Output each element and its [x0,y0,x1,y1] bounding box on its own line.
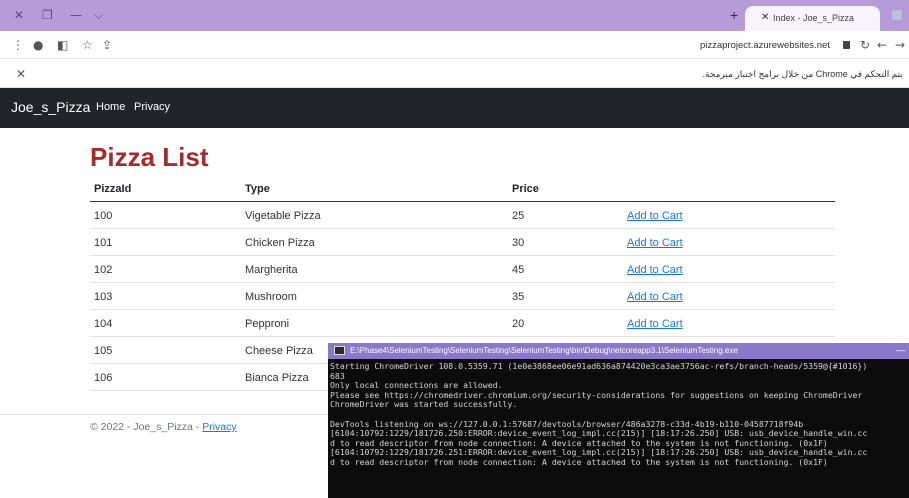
column-header-type: Type [245,183,270,195]
console-output: Starting ChromeDriver 108.0.5359.71 (1e0… [330,362,909,468]
table-row: 104 Pepproni 20 Add to Cart [90,310,835,337]
console-window[interactable]: E:\Phase4\SeleniumTesting\SeleniumTestin… [328,343,909,498]
pizza-type: Bianca Pizza [245,372,309,384]
screen: ✕ ❐ — ⌵ + ✕ Index - Joe_s_Pizza ⋮ ● ◧ ☆ … [0,0,909,498]
add-to-cart-link[interactable]: Add to Cart [627,264,683,276]
pizza-price: 45 [512,264,525,276]
console-line: d to read descriptor from node connectio… [330,457,828,467]
console-line: ChromeDriver was started successfully. [330,400,518,410]
console-line: DevTools listening on ws://127.0.0.1:576… [330,419,804,429]
close-window-icon[interactable]: ✕ [14,8,24,22]
pizza-price: 35 [512,291,525,303]
automation-infobar: ✕ يتم التحكم في Chrome من خلال برامج اخت… [0,60,909,88]
console-line: [6104:10792:1229/181726.250:ERROR:device… [330,429,868,439]
footer-privacy-link[interactable]: Privacy [202,421,236,433]
console-line: [6104:10792:1229/181726.251:ERROR:device… [330,448,868,458]
column-header-price: Price [512,183,539,195]
pizza-id: 101 [94,237,113,249]
lock-icon[interactable] [843,41,850,49]
pizza-id: 103 [94,291,113,303]
new-tab-icon[interactable]: + [730,8,738,22]
nav-privacy-link[interactable]: Privacy [134,101,170,113]
add-to-cart-link[interactable]: Add to Cart [627,291,683,303]
pizza-id: 105 [94,345,113,357]
sidebar-icon[interactable]: ◧ [57,38,68,52]
pizza-id: 104 [94,318,113,330]
console-line: 683 [330,371,345,381]
page-footer: © 2022 - Joe_s_Pizza - Privacy [90,421,237,433]
console-line: Starting ChromeDriver 108.0.5359.71 (1e0… [330,362,868,371]
add-to-cart-link[interactable]: Add to Cart [627,210,683,222]
table-row: 103 Mushroom 35 Add to Cart [90,283,835,310]
restore-window-icon[interactable]: ❐ [42,8,53,22]
pizza-id: 100 [94,210,113,222]
tab-search-icon[interactable]: ⌵ [94,8,103,22]
table-row: 101 Chicken Pizza 30 Add to Cart [90,229,835,256]
pizza-type: Vigetable Pizza [245,210,321,222]
pizza-type: Chicken Pizza [245,237,315,249]
forward-icon[interactable]: ← [877,38,887,52]
back-icon[interactable]: → [895,38,905,52]
bookmark-star-icon[interactable]: ☆ [82,38,93,52]
pizza-price: 20 [512,318,525,330]
pizza-type: Cheese Pizza [245,345,313,357]
table-row: 102 Margherita 45 Add to Cart [90,256,835,283]
tab-favicon-icon [892,10,902,20]
pizza-id: 102 [94,264,113,276]
minimize-console-icon[interactable]: — [896,345,905,355]
console-line: d to read descriptor from node connectio… [330,438,828,448]
menu-kebab-icon[interactable]: ⋮ [12,38,24,52]
pizza-type: Pepproni [245,318,290,330]
pizza-type: Mushroom [245,291,297,303]
add-to-cart-link[interactable]: Add to Cart [627,237,683,249]
profile-icon[interactable]: ● [33,38,43,52]
pizza-type: Margherita [245,264,298,276]
column-header-pizzaid: PizzaId [94,183,132,195]
add-to-cart-link[interactable]: Add to Cart [627,318,683,330]
browser-titlebar: ✕ ❐ — ⌵ + ✕ Index - Joe_s_Pizza [0,0,909,31]
pizza-id: 106 [94,372,113,384]
table-row: 100 Vigetable Pizza 25 Add to Cart [90,202,835,229]
automation-notice: يتم التحكم في Chrome من خلال برامج اختبا… [702,69,903,79]
pizza-price: 25 [512,210,525,222]
address-bar[interactable]: pizzaproject.azurewebsites.net [700,40,830,51]
nav-home-link[interactable]: Home [96,101,125,113]
console-app-icon [334,346,345,355]
console-titlebar[interactable]: E:\Phase4\SeleniumTesting\SeleniumTestin… [328,343,909,359]
close-tab-icon[interactable]: ✕ [761,12,769,23]
site-brand[interactable]: Joe_s_Pizza [11,99,90,115]
tab-title: Index - Joe_s_Pizza [773,13,855,23]
reload-icon[interactable]: ↻ [860,38,870,52]
console-line: Only local connections are allowed. [330,381,503,391]
minimize-window-icon[interactable]: — [70,8,82,22]
page-title: Pizza List [90,142,209,172]
browser-toolbar: ⋮ ● ◧ ☆ ⇪ pizzaproject.azurewebsites.net… [0,31,909,59]
share-icon[interactable]: ⇪ [102,38,112,52]
pizza-price: 30 [512,237,525,249]
close-infobar-icon[interactable]: ✕ [16,67,26,81]
browser-tab[interactable]: ✕ Index - Joe_s_Pizza [745,6,880,31]
console-title: E:\Phase4\SeleniumTesting\SeleniumTestin… [350,346,738,355]
console-line: Please see https://chromedriver.chromium… [330,390,863,400]
footer-copyright: © 2022 - Joe_s_Pizza - [90,421,203,433]
site-navbar: Joe_s_Pizza Home Privacy [0,88,909,128]
